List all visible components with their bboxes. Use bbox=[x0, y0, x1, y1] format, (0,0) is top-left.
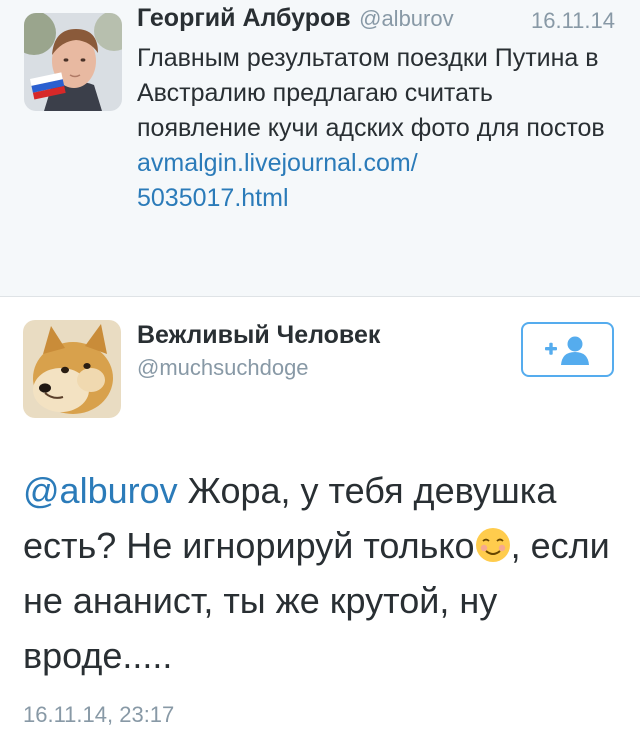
parent-tweet-text: Главным результатом поездки Путина в Авс… bbox=[137, 41, 617, 216]
avatar-photo bbox=[24, 13, 122, 111]
parent-tweet[interactable]: Георгий Албуров @alburov 16.11.14 Главны… bbox=[0, 0, 640, 297]
tweet-detail-screen: Георгий Албуров @alburov 16.11.14 Главны… bbox=[0, 0, 640, 754]
parent-tweet-header: Георгий Албуров @alburov 16.11.14 bbox=[137, 4, 627, 36]
relaxed-smile-emoji-icon bbox=[475, 528, 510, 563]
add-user-icon bbox=[544, 336, 589, 365]
follow-button[interactable] bbox=[521, 322, 614, 377]
tweet-link[interactable]: avmalgin.livejournal.com/ 5035017.html bbox=[137, 146, 617, 216]
tweet-timestamp: 16.11.14, 23:17 bbox=[23, 702, 175, 727]
tweet-link-line1[interactable]: avmalgin.livejournal.com/ bbox=[137, 149, 418, 177]
avatar[interactable] bbox=[24, 13, 122, 111]
author-handle[interactable]: @muchsuchdoge bbox=[137, 355, 309, 381]
reply-tweet-text: @alburov Жора, у тебя девушка есть? Не и… bbox=[23, 463, 623, 683]
author-handle[interactable]: @alburov bbox=[359, 6, 454, 31]
tweet-body: Главным результатом поездки Путина в Авс… bbox=[137, 44, 605, 142]
author-name[interactable]: Георгий Албуров bbox=[137, 4, 351, 32]
tweet-link-line2[interactable]: 5035017.html bbox=[137, 184, 289, 212]
author-name[interactable]: Вежливый Человек bbox=[137, 321, 380, 350]
avatar[interactable] bbox=[23, 320, 121, 418]
mention-link[interactable]: @alburov bbox=[23, 470, 178, 511]
tweet-date: 16.11.14 bbox=[530, 8, 615, 33]
doge-avatar-photo bbox=[23, 320, 121, 418]
